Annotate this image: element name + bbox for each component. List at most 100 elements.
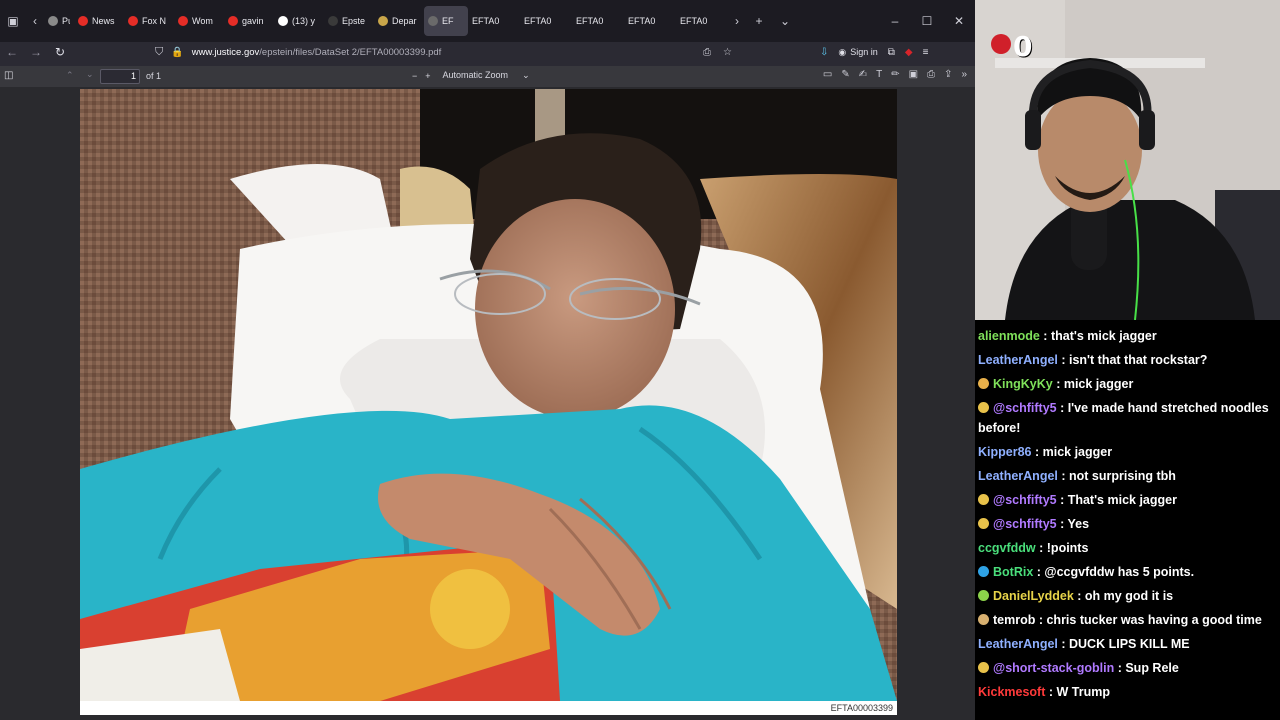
- reload-icon[interactable]: ↻: [48, 45, 72, 59]
- chat-badge-icon: [978, 378, 989, 389]
- document-code: EFTA00003399: [830, 703, 893, 713]
- chat-author[interactable]: LeatherAngel: [978, 469, 1058, 483]
- browser-tab[interactable]: EFTA0: [572, 6, 624, 36]
- tracking-protection-icon[interactable]: ⛉: [155, 46, 163, 59]
- downloads-icon[interactable]: ⇩: [820, 47, 828, 58]
- chat-separator: :: [1039, 329, 1051, 343]
- ublock-icon[interactable]: ◆: [905, 47, 913, 58]
- extensions-icon[interactable]: ⧉: [888, 47, 895, 58]
- photo-image: [80, 89, 897, 701]
- chat-separator: :: [1031, 445, 1043, 459]
- lock-icon[interactable]: 🔒: [171, 47, 183, 58]
- browser-tab[interactable]: News: [74, 6, 124, 36]
- print-icon[interactable]: ⎙: [927, 69, 935, 80]
- zoom-out-icon[interactable]: −: [412, 71, 417, 81]
- chat-author[interactable]: DanielLyddek: [993, 589, 1074, 603]
- tab-label: Wom: [192, 16, 213, 26]
- minimize-icon[interactable]: –: [879, 0, 911, 42]
- browser-tab[interactable]: EFTA0: [624, 6, 676, 36]
- firefox-view-icon[interactable]: ▣: [0, 0, 26, 42]
- browser-tab[interactable]: Depar: [374, 6, 424, 36]
- zoom-select[interactable]: Automatic Zoom ⌄: [439, 68, 534, 83]
- window-controls: – ☐ ✕: [879, 0, 975, 42]
- browser-tab[interactable]: EFTA0: [520, 6, 572, 36]
- list-all-tabs-icon[interactable]: ⌄: [772, 0, 798, 42]
- chat-author[interactable]: LeatherAngel: [978, 637, 1058, 651]
- chat-author[interactable]: KingKyKy: [993, 377, 1053, 391]
- url-text[interactable]: www.justice.gov/epstein/files/DataSet 2/…: [192, 47, 442, 58]
- forward-icon[interactable]: →: [24, 45, 48, 59]
- browser-window: ▣ ‹ Pub News Fox N Wom gavin (13) y Epste Depar…: [0, 0, 975, 720]
- browser-tab[interactable]: Pub: [44, 6, 74, 36]
- sign-in-button[interactable]: ◉ Sign in: [838, 47, 877, 58]
- browser-tab[interactable]: gavin: [224, 6, 274, 36]
- chat-author[interactable]: Kipper86: [978, 445, 1032, 459]
- chat-text: oh my god it is: [1084, 589, 1174, 603]
- sidebar-toggle-icon[interactable]: ◫: [4, 70, 13, 81]
- draw-icon[interactable]: ✏: [891, 69, 899, 80]
- chat-badge-icon: [978, 590, 989, 601]
- chat-message: Kickmesoft : W Trump: [978, 680, 1277, 704]
- browser-tab[interactable]: EFTA0: [468, 6, 520, 36]
- chat-text: chris tucker was having a good time: [1046, 613, 1262, 627]
- previous-page-icon[interactable]: ⌃: [66, 70, 74, 81]
- chat-text: Yes: [1067, 517, 1090, 531]
- chat-badge-icon: [978, 518, 989, 529]
- chat-author[interactable]: BotRix: [993, 565, 1033, 579]
- highlight-icon[interactable]: ✎: [841, 69, 849, 80]
- back-icon[interactable]: ←: [0, 45, 24, 59]
- chat-message: @schfifty5 : Yes: [978, 512, 1277, 536]
- close-window-icon[interactable]: ✕: [943, 0, 975, 42]
- signature-icon[interactable]: ✍: [859, 69, 867, 80]
- browser-tab[interactable]: Epste: [324, 6, 374, 36]
- stream-counter: 0: [1013, 30, 1033, 63]
- app-menu-icon[interactable]: ≡: [923, 47, 929, 58]
- browser-tab[interactable]: EF: [424, 6, 468, 36]
- chat-badge-icon: [978, 614, 989, 625]
- tab-favicon-icon: [128, 16, 138, 26]
- browser-tab[interactable]: Wom: [174, 6, 224, 36]
- chat-author[interactable]: @schfifty5: [993, 401, 1057, 415]
- chat-text: DUCK LIPS KILL ME: [1069, 637, 1190, 651]
- chat-author[interactable]: Kickmesoft: [978, 685, 1045, 699]
- chat-separator: :: [1057, 469, 1069, 483]
- tab-favicon-icon: [228, 16, 238, 26]
- chat-author[interactable]: @schfifty5: [993, 517, 1057, 531]
- chat-badge-icon: [978, 402, 989, 413]
- chat-author[interactable]: temrob: [993, 613, 1035, 627]
- new-tab-icon[interactable]: +: [746, 0, 772, 42]
- chat-badge-icon: [978, 566, 989, 577]
- tab-label: Fox N: [142, 16, 167, 26]
- bookmark-star-icon[interactable]: ☆: [723, 47, 732, 58]
- page-number-input[interactable]: 1: [100, 69, 140, 84]
- chat-author[interactable]: ccgvfddw: [978, 541, 1036, 555]
- more-tools-icon[interactable]: »: [961, 69, 967, 80]
- reader-view-icon[interactable]: ⎙: [703, 47, 711, 58]
- comment-icon[interactable]: ▭: [823, 69, 832, 80]
- browser-tab[interactable]: (13) y: [274, 6, 324, 36]
- next-page-icon[interactable]: ⌄: [86, 69, 94, 80]
- page-count: of 1: [146, 71, 162, 81]
- scroll-tabs-left-icon[interactable]: ‹: [26, 0, 44, 42]
- browser-tab[interactable]: Fox N: [124, 6, 174, 36]
- tab-favicon-icon: [278, 16, 288, 26]
- chat-text: isn't that that rockstar?: [1069, 353, 1208, 367]
- chat-separator: :: [1114, 661, 1126, 675]
- save-icon[interactable]: ⇪: [944, 69, 952, 80]
- address-bar[interactable]: ⛉ 🔒 www.justice.gov/epstein/files/DataSe…: [155, 42, 745, 62]
- text-tool-icon[interactable]: T: [876, 69, 882, 80]
- chat-author[interactable]: @short-stack-goblin: [993, 661, 1114, 675]
- zoom-in-icon[interactable]: +: [425, 71, 430, 81]
- chat-message: LeatherAngel : isn't that that rockstar?: [978, 348, 1277, 372]
- chat-author[interactable]: LeatherAngel: [978, 353, 1058, 367]
- maximize-icon[interactable]: ☐: [911, 0, 943, 42]
- chat-badge-icon: [978, 662, 989, 673]
- image-icon[interactable]: ▣: [909, 69, 918, 80]
- chat-author[interactable]: @schfifty5: [993, 493, 1057, 507]
- chat-author[interactable]: alienmode: [978, 329, 1040, 343]
- pdf-toolbar: ◫ ⌃ ⌄ 1 of 1 − + Automatic Zoom ⌄ ▭ ✎ ✍ T…: [0, 66, 975, 87]
- pdf-viewer[interactable]: EFTA00003399: [0, 87, 975, 720]
- scroll-tabs-right-icon[interactable]: ›: [728, 0, 746, 42]
- browser-tab[interactable]: EFTA0: [676, 6, 728, 36]
- tab-favicon-icon: [328, 16, 338, 26]
